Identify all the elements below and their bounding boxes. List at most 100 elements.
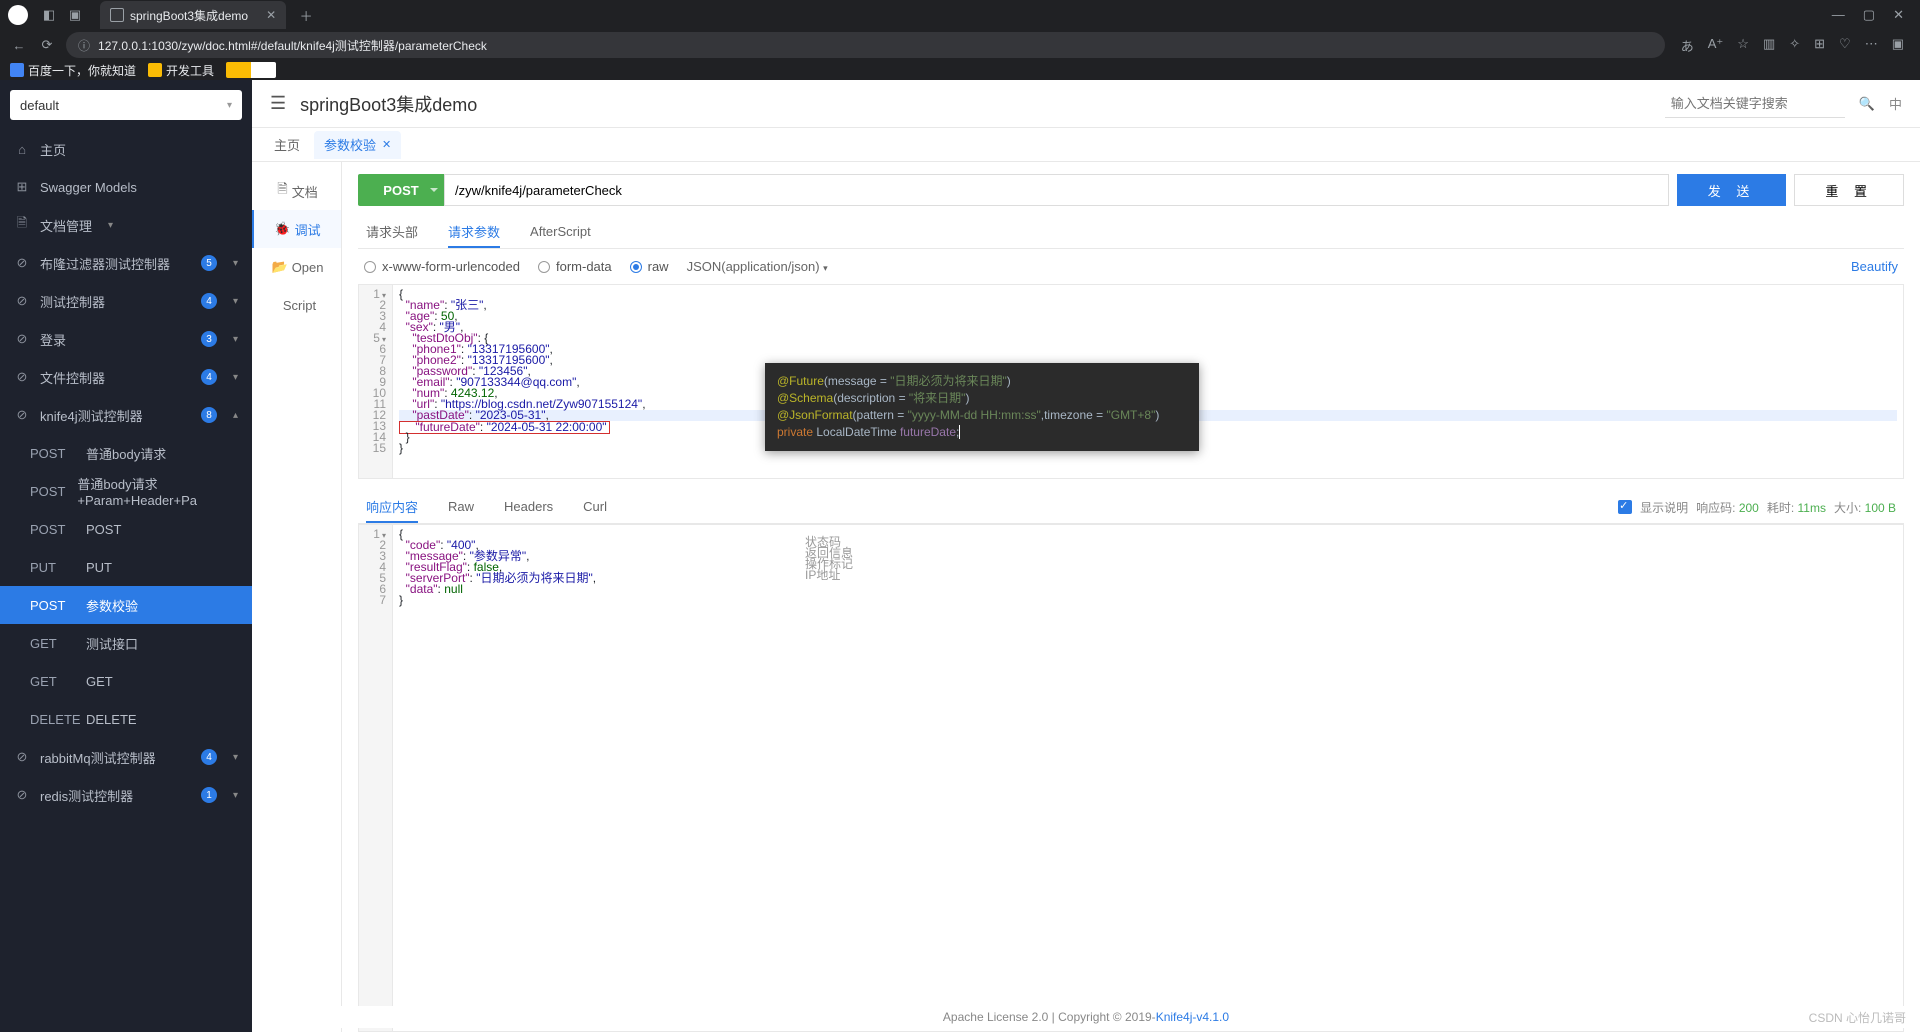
collections-icon[interactable]: ✧ <box>1789 36 1800 55</box>
copilot-icon[interactable]: ▣ <box>1892 36 1904 55</box>
request-subtab[interactable]: 请求头部 <box>366 216 418 248</box>
site-info-icon[interactable]: ⓘ <box>78 37 90 54</box>
beautify-link[interactable]: Beautify <box>1851 259 1898 274</box>
bookmarks-bar: 百度一下，你就知道 开发工具 <box>0 60 1920 80</box>
response-subtab[interactable]: Headers <box>504 491 553 523</box>
sidebar-item[interactable]: ⊘文件控制器4▾ <box>0 358 252 396</box>
response-subtab[interactable]: Raw <box>448 491 474 523</box>
bookmark-item[interactable] <box>226 62 276 78</box>
more-icon[interactable]: ⋯ <box>1865 36 1878 55</box>
search-icon[interactable]: 🔍 <box>1859 96 1875 112</box>
sidebar-item[interactable]: ⌂主页 <box>0 130 252 168</box>
group-select[interactable]: default ▾ <box>10 90 242 120</box>
sidebar-item[interactable]: ⊘rabbitMq测试控制器4▾ <box>0 738 252 776</box>
response-subtab[interactable]: 响应内容 <box>366 491 418 523</box>
page-title: springBoot3集成demo <box>300 91 477 117</box>
content-type-select[interactable]: JSON(application/json) ▾ <box>687 259 828 274</box>
workspace: POST 发 送 重 置 请求头部请求参数 AfterScript x-www-f… <box>342 162 1920 1032</box>
radio-icon <box>364 261 376 273</box>
response-subtab[interactable]: Curl <box>583 491 607 523</box>
request-url-input[interactable] <box>444 174 1669 206</box>
back-icon[interactable]: ← <box>10 38 28 53</box>
request-subtabs: 请求头部请求参数 AfterScript <box>358 216 1904 249</box>
sidebar-sub-item[interactable]: DELETEDELETE <box>0 700 252 738</box>
translate-icon[interactable]: あ <box>1681 36 1694 55</box>
reload-icon[interactable]: ⟳ <box>38 37 56 53</box>
watermark: CSDN 心怡几诺哥 <box>1809 1009 1906 1026</box>
read-aloud-icon[interactable]: A⁺ <box>1708 36 1724 55</box>
body-type-radio[interactable]: raw <box>630 259 669 274</box>
chevron-down-icon: ▾ <box>227 100 232 111</box>
resp-code: { "code": "400", "message": "参数异常", "res… <box>393 525 1903 1031</box>
left-menu-item[interactable]: Script <box>252 286 341 324</box>
request-editor[interactable]: 123456789101112131415 { "name": "张三", "a… <box>358 284 1904 479</box>
sidebar-icon[interactable]: ▣ <box>66 6 84 24</box>
sidebar-sub-item[interactable]: GETGET <box>0 662 252 700</box>
sidebar-sub-item[interactable]: POST普通body请求 <box>0 434 252 472</box>
radio-icon <box>630 261 642 273</box>
profile-icon[interactable] <box>8 5 28 25</box>
sidebar-item[interactable]: ⊘knife4j测试控制器8▴ <box>0 396 252 434</box>
lang-icon[interactable]: 中 <box>1889 94 1902 113</box>
request-subtab[interactable]: AfterScript <box>530 216 591 248</box>
new-tab-button[interactable]: ＋ <box>294 6 318 25</box>
close-icon[interactable]: ✕ <box>382 138 391 151</box>
reset-button[interactable]: 重 置 <box>1794 174 1904 206</box>
sidebar-sub-item[interactable]: POST普通body请求+Param+Header+Pa <box>0 472 252 510</box>
sidebar-sub-item[interactable]: GET测试接口 <box>0 624 252 662</box>
page-icon <box>110 8 124 22</box>
performance-icon[interactable]: ♡ <box>1839 36 1851 55</box>
count-badge: 5 <box>201 255 217 271</box>
sidebar-item[interactable]: ⊘测试控制器4▾ <box>0 282 252 320</box>
left-menu-item[interactable]: 📂Open <box>252 248 341 286</box>
sidebar-item[interactable]: ⊘登录3▾ <box>0 320 252 358</box>
response-tabs: 响应内容RawHeadersCurl显示说明 响应码: 200 耗时: 11ms… <box>358 491 1904 524</box>
address-bar: ← ⟳ ⓘ 127.0.0.1:1030/zyw/doc.html#/defau… <box>0 30 1920 60</box>
sidebar-sub-item[interactable]: POSTPOST <box>0 510 252 548</box>
page-tab[interactable]: 参数校验✕ <box>314 131 401 159</box>
sidebar-sub-item[interactable]: PUTPUT <box>0 548 252 586</box>
left-menu: 🗎文档🐞调试📂OpenScript <box>252 162 342 1032</box>
url-input[interactable]: ⓘ 127.0.0.1:1030/zyw/doc.html#/default/k… <box>66 32 1665 58</box>
footer-link[interactable]: Knife4j-v4.1.0 <box>1156 1010 1229 1024</box>
favorite-icon[interactable]: ☆ <box>1737 36 1749 55</box>
workspaces-icon[interactable]: ◧ <box>40 6 58 24</box>
radio-icon <box>538 261 550 273</box>
bookmark-devtools[interactable]: 开发工具 <box>148 62 214 79</box>
sidebar-item[interactable]: ⊞Swagger Models <box>0 168 252 206</box>
sidebar-item[interactable]: ⊘布隆过滤器测试控制器5▾ <box>0 244 252 282</box>
browser-chrome: ◧ ▣ springBoot3集成demo ✕ ＋ — ▢ ✕ ← ⟳ ⓘ 12… <box>0 0 1920 80</box>
count-badge: 4 <box>201 293 217 309</box>
collapse-sidebar-icon[interactable]: ☰ <box>270 93 286 114</box>
folder-icon <box>148 63 162 77</box>
response-editor[interactable]: 1234567 { "code": "400", "message": "参数异… <box>358 524 1904 1032</box>
sidebar-icon: ⊘ <box>14 255 30 271</box>
method-select[interactable]: POST <box>358 174 444 206</box>
left-menu-item[interactable]: 🗎文档 <box>252 172 341 210</box>
maximize-icon[interactable]: ▢ <box>1863 7 1875 23</box>
bookmark-baidu[interactable]: 百度一下，你就知道 <box>10 62 136 79</box>
send-button[interactable]: 发 送 <box>1677 174 1787 206</box>
close-window-icon[interactable]: ✕ <box>1893 7 1904 23</box>
chevron-icon: ▴ <box>233 410 238 421</box>
close-icon[interactable]: ✕ <box>266 8 276 22</box>
sidebar-sub-item[interactable]: POST参数校验 <box>0 586 252 624</box>
page-tab[interactable]: 主页 <box>264 131 310 159</box>
chevron-icon: ▾ <box>233 334 238 345</box>
body-type-radio[interactable]: x-www-form-urlencoded <box>364 259 520 274</box>
request-subtab[interactable]: 请求参数 <box>448 216 500 248</box>
browser-tab[interactable]: springBoot3集成demo ✕ <box>100 1 286 29</box>
chevron-icon: ▾ <box>233 296 238 307</box>
sidebar-item[interactable]: ⊘redis测试控制器1▾ <box>0 776 252 814</box>
left-menu-item[interactable]: 🐞调试 <box>252 210 341 248</box>
footer: Apache License 2.0 | Copyright © 2019-Kn… <box>252 1006 1920 1028</box>
extensions-icon[interactable]: ⊞ <box>1814 36 1825 55</box>
search-input[interactable] <box>1665 90 1845 118</box>
checkbox-icon[interactable] <box>1618 500 1632 514</box>
resp-gutter: 1234567 <box>359 525 393 1031</box>
tab-bar: ◧ ▣ springBoot3集成demo ✕ ＋ — ▢ ✕ <box>0 0 1920 30</box>
body-type-radio[interactable]: form-data <box>538 259 612 274</box>
split-icon[interactable]: ▥ <box>1763 36 1775 55</box>
sidebar-item[interactable]: 🗎文档管理▾ <box>0 206 252 244</box>
minimize-icon[interactable]: — <box>1832 7 1845 23</box>
